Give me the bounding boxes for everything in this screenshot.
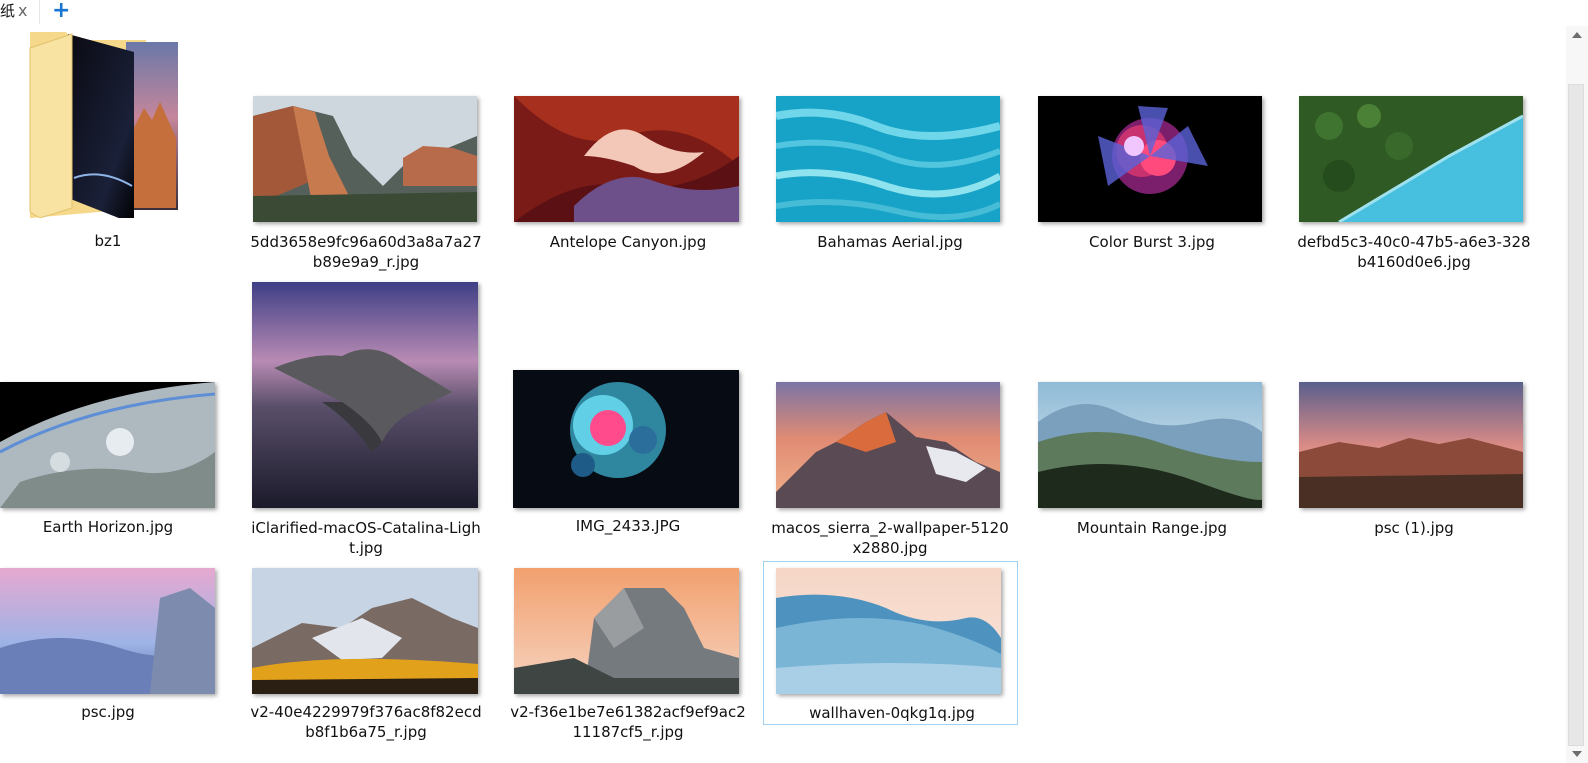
scroll-up-icon[interactable]: [1572, 32, 1582, 38]
folder-label: bz1: [94, 232, 122, 250]
folder-icon: [29, 32, 178, 218]
file-item[interactable]: Bahamas Aerial.jpg: [770, 96, 1010, 276]
scroll-down-icon[interactable]: [1572, 751, 1582, 757]
vertical-scrollbar[interactable]: [1566, 26, 1588, 763]
file-item[interactable]: Antelope Canyon.jpg: [508, 96, 748, 276]
file-label: v2-40e4229979f376ac8f82ecdb8f1b6a75_r.jp…: [250, 703, 482, 741]
file-item[interactable]: IMG_2433.JPG: [508, 370, 748, 550]
file-grid: bz1 5dd3658e9fc96a60d3a8a7a27b89e9a9_r.j…: [0, 0, 1550, 763]
file-thumbnail: [514, 568, 739, 694]
file-label: psc (1).jpg: [1374, 519, 1454, 537]
file-label: macos_sierra_2-wallpaper-5120x2880.jpg: [771, 519, 1009, 557]
file-label: wallhaven-0qkg1q.jpg: [809, 704, 975, 722]
file-thumbnail: [253, 96, 477, 222]
file-thumbnail: [513, 370, 739, 508]
file-item[interactable]: Earth Horizon.jpg: [0, 282, 215, 552]
file-label: Mountain Range.jpg: [1076, 519, 1228, 537]
file-thumbnail: [0, 568, 215, 694]
file-thumbnail: [776, 96, 1000, 222]
file-thumbnail: [0, 382, 215, 508]
file-thumbnail: [252, 568, 478, 694]
file-thumbnail: [776, 382, 1000, 508]
file-thumbnail: [1299, 382, 1523, 508]
file-item[interactable]: v2-f36e1be7e61382acf9ef9ac211187cf5_r.jp…: [508, 568, 748, 748]
file-thumbnail: [1038, 96, 1262, 222]
file-label: psc.jpg: [81, 703, 135, 721]
folder-item[interactable]: bz1: [0, 26, 214, 272]
file-label: Bahamas Aerial.jpg: [817, 233, 963, 251]
file-label: IMG_2433.JPG: [575, 517, 681, 535]
file-thumbnail: [252, 282, 478, 508]
file-item[interactable]: Color Burst 3.jpg: [1032, 96, 1272, 276]
file-item[interactable]: macos_sierra_2-wallpaper-5120x2880.jpg: [770, 382, 1010, 562]
file-item-selected[interactable]: wallhaven-0qkg1q.jpg: [763, 561, 1018, 725]
file-item[interactable]: psc (1).jpg: [1294, 382, 1534, 562]
file-thumbnail: [1038, 382, 1262, 508]
file-thumbnail: [776, 568, 1001, 694]
file-item[interactable]: defbd5c3-40c0-47b5-a6e3-328b4160d0e6.jpg: [1294, 96, 1534, 276]
file-label: iClarified-macOS-Catalina-Light.jpg: [251, 519, 481, 557]
file-label: Antelope Canyon.jpg: [549, 233, 707, 251]
file-label: Earth Horizon.jpg: [42, 518, 174, 536]
file-thumbnail: [514, 96, 739, 222]
file-item[interactable]: psc.jpg: [0, 568, 215, 748]
file-label: 5dd3658e9fc96a60d3a8a7a27b89e9a9_r.jpg: [250, 233, 482, 271]
file-label: Color Burst 3.jpg: [1089, 233, 1215, 251]
file-thumbnail: [1299, 96, 1523, 222]
file-item[interactable]: Mountain Range.jpg: [1032, 382, 1272, 562]
file-label: defbd5c3-40c0-47b5-a6e3-328b4160d0e6.jpg: [1297, 233, 1531, 271]
file-label: v2-f36e1be7e61382acf9ef9ac211187cf5_r.jp…: [510, 703, 746, 741]
file-item[interactable]: iClarified-macOS-Catalina-Light.jpg: [246, 282, 486, 562]
file-item[interactable]: 5dd3658e9fc96a60d3a8a7a27b89e9a9_r.jpg: [246, 96, 486, 276]
scrollbar-thumb[interactable]: [1568, 84, 1584, 746]
file-item[interactable]: v2-40e4229979f376ac8f82ecdb8f1b6a75_r.jp…: [246, 568, 486, 748]
